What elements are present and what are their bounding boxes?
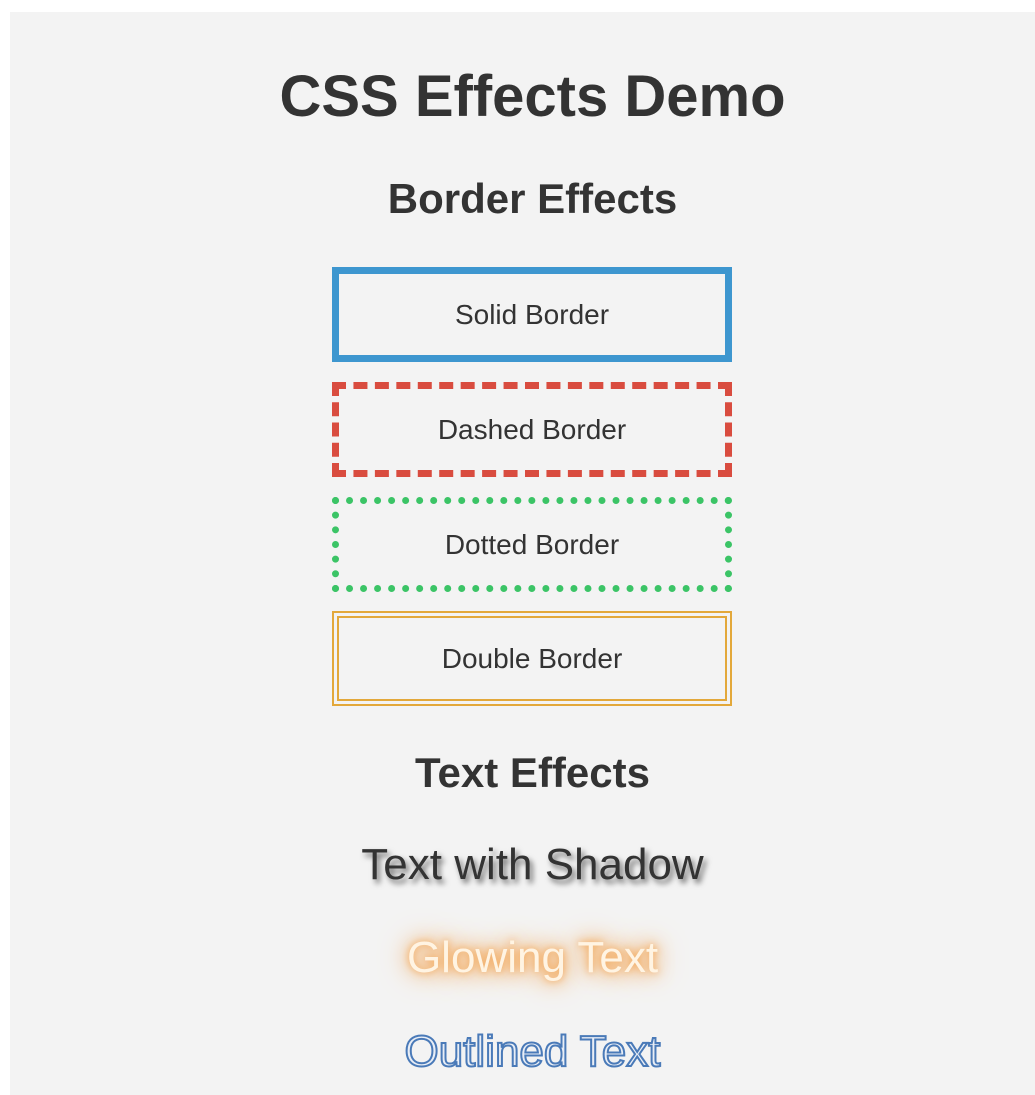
shadow-text: Text with Shadow bbox=[361, 840, 704, 889]
solid-border-box: Solid Border bbox=[332, 267, 732, 362]
solid-border-label: Solid Border bbox=[454, 298, 610, 330]
demo-page: CSS Effects Demo Border Effects Solid Bo… bbox=[10, 12, 1035, 1095]
glowing-text: Glowing Text bbox=[406, 933, 659, 982]
outlined-text: Outlined Text bbox=[403, 1027, 661, 1076]
dotted-border-label: Dotted Border bbox=[444, 528, 620, 560]
border-effects-heading: Border Effects bbox=[387, 175, 678, 222]
dashed-border-box: Dashed Border bbox=[332, 382, 732, 477]
text-effects-heading: Text Effects bbox=[415, 749, 650, 796]
double-border-label: Double Border bbox=[441, 642, 623, 674]
dotted-border-box: Dotted Border bbox=[332, 497, 732, 592]
dashed-border-label: Dashed Border bbox=[437, 413, 627, 445]
double-border-box: Double Border bbox=[332, 611, 732, 706]
page-title: CSS Effects Demo bbox=[279, 64, 786, 129]
